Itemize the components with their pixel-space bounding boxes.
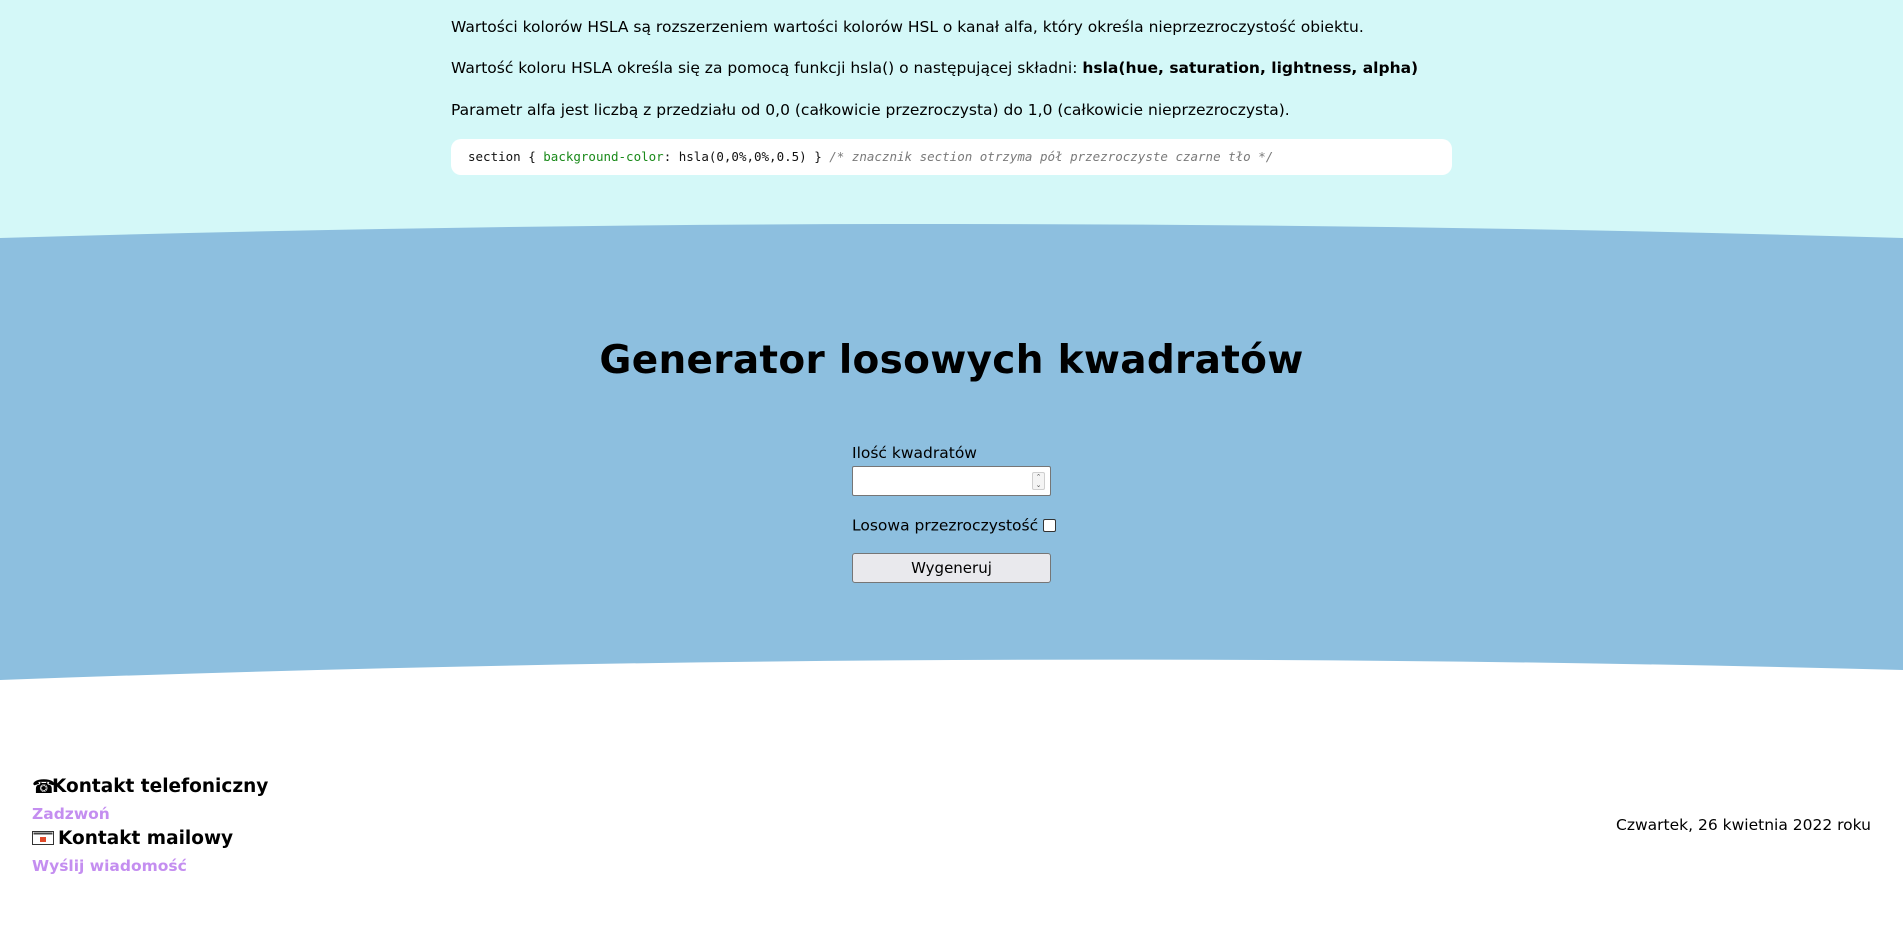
code-value: : hsla(0,0%,0%,0.5) } xyxy=(663,149,830,164)
square-count-label: Ilość kwadratów xyxy=(852,444,977,462)
generator-title: Generator losowych kwadratów xyxy=(599,338,1304,383)
current-date: Czwartek, 26 kwietnia 2022 roku xyxy=(1616,816,1871,834)
number-spinner[interactable]: ⌃ ⌄ xyxy=(1032,472,1045,490)
mail-contact-link-row: Wyślij wiadomość xyxy=(32,856,187,875)
random-opacity-label: Losowa przezroczystość xyxy=(852,516,1039,535)
article-paragraph-hsla-intro: Wartości kolorów HSLA są rozszerzeniem w… xyxy=(451,18,1364,36)
syntax-text: Wartość koloru HSLA określa się za pomoc… xyxy=(451,59,1083,77)
mail-contact-heading: Kontakt mailowy xyxy=(32,828,233,849)
phone-contact-link-row: Zadzwoń xyxy=(32,804,110,823)
generate-button[interactable]: Wygeneruj xyxy=(852,553,1051,583)
envelope-icon xyxy=(32,831,54,845)
code-comment: /* znacznik section otrzyma pół przezroc… xyxy=(829,149,1274,164)
code-example: section { background-color: hsla(0,0%,0%… xyxy=(451,139,1452,175)
syntax-signature: hsla(hue, saturation, lightness, alpha) xyxy=(1082,59,1419,77)
random-opacity-checkbox[interactable] xyxy=(1043,519,1057,532)
phone-contact-heading: ☎Kontakt telefoniczny xyxy=(32,776,268,797)
square-count-input[interactable]: ⌃ ⌄ xyxy=(852,466,1051,496)
article-paragraph-alpha-range: Parametr alfa jest liczbą z przedziału o… xyxy=(451,101,1290,119)
send-message-link[interactable]: Wyślij wiadomość xyxy=(32,857,187,875)
code-property: background-color xyxy=(543,149,664,164)
phone-contact-title: Kontakt telefoniczny xyxy=(52,776,269,797)
chevron-down-icon[interactable]: ⌄ xyxy=(1033,481,1044,489)
telephone-icon: ☎ xyxy=(32,776,56,798)
mail-contact-title: Kontakt mailowy xyxy=(58,828,234,849)
article-paragraph-hsla-syntax: Wartość koloru HSLA określa się za pomoc… xyxy=(451,57,1418,79)
code-selector: section { xyxy=(468,149,544,164)
call-link[interactable]: Zadzwoń xyxy=(32,805,110,823)
chevron-up-icon[interactable]: ⌃ xyxy=(1033,473,1044,481)
random-opacity-row: Losowa przezroczystość xyxy=(852,515,1057,535)
